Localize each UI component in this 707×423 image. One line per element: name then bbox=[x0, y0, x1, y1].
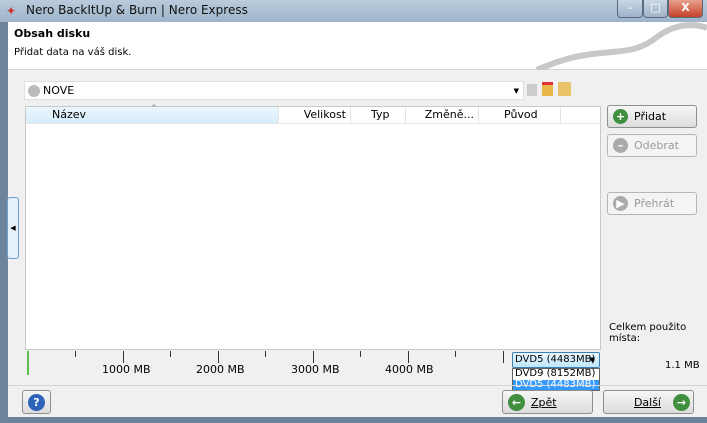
maximize-button[interactable]: □ bbox=[643, 0, 668, 18]
play-button[interactable]: ▶ Přehrát bbox=[607, 192, 697, 215]
footer-divider bbox=[8, 385, 707, 386]
arrow-right-icon: → bbox=[673, 393, 690, 411]
ruler-label: 1000 MB bbox=[102, 363, 151, 376]
chevron-down-icon[interactable]: ▼ bbox=[514, 87, 519, 95]
nero-app-icon: ✦ bbox=[6, 4, 17, 18]
add-button[interactable]: + Přidat bbox=[607, 105, 697, 128]
copy-icon[interactable] bbox=[558, 82, 571, 96]
disc-properties-icon[interactable] bbox=[527, 84, 537, 96]
window-title: Nero BackItUp & Burn | Nero Express bbox=[26, 3, 248, 17]
help-button[interactable]: ? bbox=[22, 390, 51, 414]
chevron-down-icon: ▼ bbox=[589, 356, 595, 364]
sort-ascending-icon: ^ bbox=[151, 104, 157, 112]
disc-icon bbox=[28, 84, 40, 97]
new-folder-icon[interactable] bbox=[542, 82, 553, 96]
column-header-type[interactable]: Typ bbox=[351, 107, 406, 123]
dropdown-option[interactable]: DVD9 (8152MB) bbox=[513, 369, 599, 380]
table-header: Název ^ Velikost Typ Změně... Původ bbox=[26, 104, 600, 124]
ruler-label: 2000 MB bbox=[196, 363, 245, 376]
minus-icon: – bbox=[613, 138, 628, 153]
page-subtitle: Přidat data na váš disk. bbox=[14, 47, 132, 58]
disc-type-dropdown: DVD9 (8152MB) DVD5 (4483MB) bbox=[512, 368, 600, 391]
next-button[interactable]: Další → bbox=[603, 390, 694, 414]
back-button[interactable]: ← Zpět bbox=[502, 390, 593, 414]
ruler-label: 3000 MB bbox=[291, 363, 340, 376]
header-panel bbox=[8, 22, 707, 70]
page-title: Obsah disku bbox=[14, 27, 91, 40]
arrow-left-icon: ← bbox=[508, 393, 525, 411]
column-header-origin[interactable]: Původ bbox=[479, 107, 561, 123]
expand-panel-handle[interactable]: ◀ bbox=[7, 197, 19, 259]
capacity-ruler bbox=[25, 351, 510, 375]
ruler-label: 4000 MB bbox=[385, 363, 434, 376]
help-icon: ? bbox=[28, 393, 45, 411]
usage-bar bbox=[27, 351, 29, 375]
file-list[interactable]: Název ^ Velikost Typ Změně... Původ bbox=[25, 104, 601, 350]
swoosh-decoration bbox=[535, 22, 707, 70]
plus-icon: + bbox=[613, 109, 628, 124]
close-button[interactable]: X bbox=[668, 0, 703, 18]
column-header-modified[interactable]: Změně... bbox=[406, 107, 479, 123]
compilation-name: NOVE bbox=[43, 84, 75, 97]
total-used-value: 1.1 MB bbox=[665, 360, 700, 371]
play-icon: ▶ bbox=[613, 196, 628, 211]
total-used-label: Celkem použito místa: bbox=[609, 322, 687, 344]
minimize-button[interactable]: – bbox=[617, 0, 643, 18]
remove-button[interactable]: – Odebrat bbox=[607, 134, 697, 157]
compilation-name-combo[interactable]: NOVE ▼ bbox=[24, 81, 524, 100]
column-header-size[interactable]: Velikost bbox=[279, 107, 351, 123]
disc-type-select[interactable]: DVD5 (4483MB) ▼ bbox=[512, 352, 600, 368]
